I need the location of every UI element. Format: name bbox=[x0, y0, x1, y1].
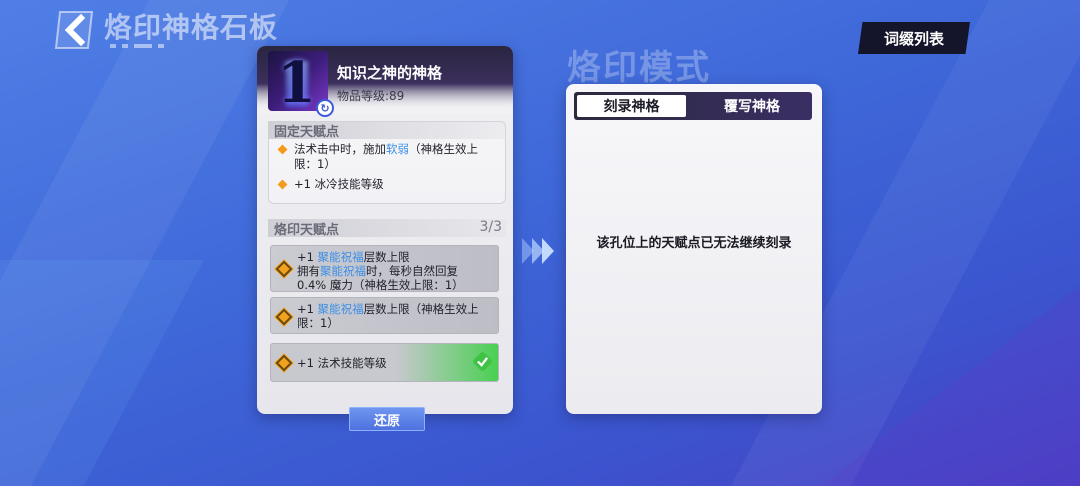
tab-engrave[interactable]: 刻录神格 bbox=[577, 95, 686, 117]
divinity-card: 1 ↻ 知识之神的神格 物品等级:89 固定天赋点 法术击中时，施加软弱（神格生… bbox=[257, 46, 513, 414]
item-glyph: 1 bbox=[277, 51, 316, 111]
item-name: 知识之神的神格 bbox=[337, 64, 443, 82]
restore-button[interactable]: 还原 bbox=[349, 407, 425, 431]
title-decoration bbox=[110, 42, 190, 50]
background-shape bbox=[820, 286, 1080, 486]
tab-overwrite[interactable]: 覆写神格 bbox=[696, 95, 808, 117]
mode-title: 烙印模式 bbox=[567, 48, 711, 88]
imprint-talent-slot-1[interactable]: +1 聚能祝福层数上限 拥有聚能祝福时，每秒自然回复 0.4% 魔力（神格生效上… bbox=[270, 245, 499, 292]
section-title: 烙印天赋点 bbox=[274, 223, 340, 238]
imprint-talent-slot-2[interactable]: +1 聚能祝福层数上限（神格生效上 限：1） bbox=[270, 297, 499, 334]
status-message: 该孔位上的天赋点已无法继续刻录 bbox=[596, 236, 792, 251]
suffix-list-button[interactable]: 词缀列表 bbox=[858, 22, 970, 54]
imprint-mode-panel: 刻录神格 覆写神格 该孔位上的天赋点已无法继续刻录 bbox=[566, 84, 822, 414]
imprint-count: 3/3 bbox=[479, 219, 502, 235]
page-title: 烙印神格石板 bbox=[104, 11, 279, 44]
background-stripe bbox=[0, 260, 204, 486]
keyword-link[interactable]: 聚能祝福 bbox=[318, 302, 364, 316]
fixed-talents-header: 固定天赋点 bbox=[268, 121, 506, 140]
keyword-link[interactable]: 聚能祝福 bbox=[320, 264, 366, 278]
arrow-forward-icon bbox=[522, 238, 554, 264]
item-level: 物品等级:89 bbox=[337, 89, 405, 103]
refresh-badge-icon: ↻ bbox=[316, 99, 334, 117]
imprint-talent-slot-3-selected[interactable]: +1 法术技能等级 bbox=[270, 343, 499, 382]
keyword-link[interactable]: 软弱 bbox=[386, 142, 409, 156]
keyword-link[interactable]: 聚能祝福 bbox=[318, 250, 364, 264]
diamond-bullet-icon bbox=[275, 354, 293, 372]
mode-tabs: 刻录神格 覆写神格 bbox=[574, 92, 812, 120]
imprint-talents-header: 烙印天赋点 3/3 bbox=[268, 219, 506, 238]
diamond-bullet-icon bbox=[275, 308, 293, 326]
back-chevron-icon bbox=[54, 11, 94, 49]
back-button[interactable] bbox=[52, 6, 100, 54]
section-title: 固定天赋点 bbox=[274, 125, 340, 140]
diamond-bullet-icon bbox=[275, 260, 293, 278]
